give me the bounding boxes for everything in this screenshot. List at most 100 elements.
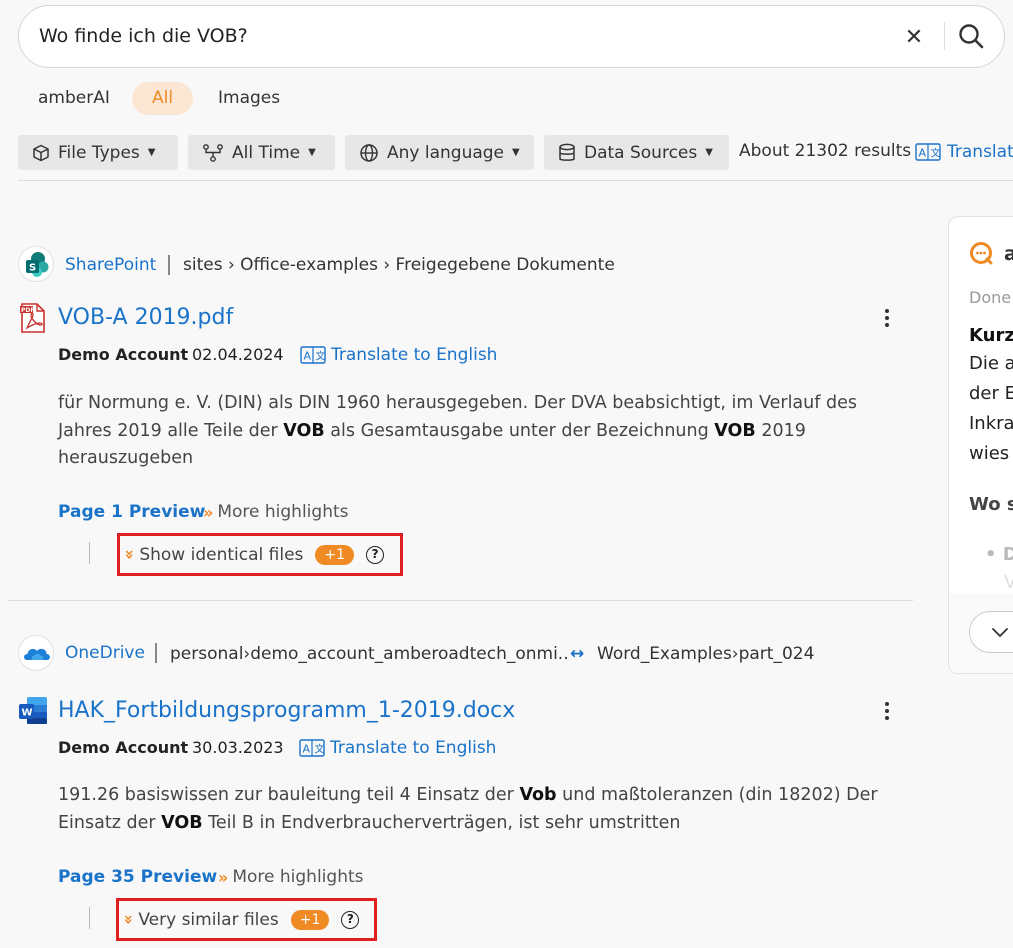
ai-text-line: der E (969, 383, 1013, 404)
clear-icon[interactable]: ✕ (904, 27, 924, 49)
date: 30.03.2023 (192, 738, 284, 757)
breadcrumb[interactable]: personal›demo_account_amberoadtech_onmi.… (170, 644, 569, 664)
ai-heading: Kurz (969, 325, 1013, 346)
more-highlights-button[interactable]: » More highlights (203, 502, 349, 522)
translate-icon: A文 (300, 346, 326, 364)
chevron-down-icon: ▼ (512, 147, 520, 158)
onedrive-icon (18, 635, 54, 671)
svg-text:A: A (919, 147, 927, 160)
svg-text:文: 文 (316, 350, 326, 363)
highlight: Vob (519, 785, 557, 805)
duplicate-count-badge: +1 (290, 909, 330, 930)
result-title[interactable]: VOB-A 2019.pdf (58, 305, 233, 330)
ai-status: Done (969, 288, 1012, 307)
page-preview-link[interactable]: Page 1 Preview (58, 502, 205, 522)
chevron-down-icon: ▼ (308, 147, 316, 158)
more-options-icon[interactable] (884, 702, 890, 724)
duplicates-label: Show identical files (139, 544, 304, 565)
double-chevron-down-icon: » (218, 867, 229, 887)
help-icon[interactable]: ? (366, 545, 385, 564)
time-label: All Time (232, 142, 301, 163)
double-chevron-down-icon: » (203, 502, 214, 522)
date: 02.04.2024 (192, 345, 284, 364)
translate-to-english-link[interactable]: A文 Translate to English (299, 738, 496, 758)
translate-button[interactable]: A文 Translate (915, 142, 1013, 162)
results-count: About 21302 results (739, 141, 912, 161)
translate-icon: A文 (915, 143, 941, 161)
owner: Demo Account (58, 738, 189, 757)
language-label: Any language (387, 142, 505, 163)
file-types-label: File Types (58, 142, 140, 163)
translate-icon: A文 (299, 739, 325, 757)
source-name[interactable]: SharePoint (65, 255, 156, 275)
highlight: VOB (283, 420, 325, 441)
highlight: VOB (161, 812, 203, 833)
result-title[interactable]: HAK_Fortbildungsprogramm_1-2019.docx (58, 698, 515, 723)
ai-answer-panel: a Done Kurz Die a der E Inkra wies Wo s … (948, 216, 1013, 674)
more-highlights-label: More highlights (217, 502, 349, 522)
ai-text-line: Inkra (969, 413, 1013, 434)
svg-text:S: S (29, 263, 36, 274)
cube-icon (33, 144, 49, 161)
globe-icon (360, 143, 378, 162)
hierarchy-icon (203, 143, 223, 162)
source-separator (168, 255, 170, 275)
more-highlights-button[interactable]: » More highlights (218, 867, 364, 887)
tree-line (89, 907, 90, 929)
time-filter[interactable]: All Time ▼ (188, 135, 335, 170)
chevron-down-icon: ▼ (147, 147, 156, 158)
tab-all[interactable]: All (132, 82, 194, 115)
highlight: VOB (714, 420, 756, 441)
expand-path-icon[interactable]: ↔ (570, 644, 584, 664)
data-sources-filter[interactable]: Data Sources ▼ (544, 135, 729, 170)
translate-to-english-link[interactable]: A文 Translate to English (300, 345, 497, 365)
tab-images[interactable]: Images (198, 82, 300, 115)
word-icon: W (18, 696, 48, 730)
ai-text-line: Die a (969, 353, 1013, 374)
expand-answer-button[interactable] (969, 611, 1013, 653)
more-options-icon[interactable] (884, 309, 890, 331)
tree-line (89, 542, 90, 564)
translate-label: Translate (947, 142, 1013, 162)
search-icon[interactable] (957, 22, 987, 52)
page-preview-link[interactable]: Page 35 Preview (58, 867, 217, 887)
svg-text:W: W (22, 708, 33, 719)
sharepoint-icon: S (18, 246, 54, 282)
result-snippet: für Normung e. V. (DIN) als DIN 1960 her… (58, 393, 857, 468)
result-snippet: 191.26 basiswissen zur bauleitung teil 4… (58, 785, 878, 833)
help-icon[interactable]: ? (341, 910, 360, 929)
very-similar-files-button[interactable]: » Very similar files +1 ? (116, 898, 377, 941)
tab-amberai[interactable]: amberAI (18, 82, 130, 115)
language-filter[interactable]: Any language ▼ (345, 135, 534, 170)
svg-text:A: A (303, 743, 311, 756)
amber-logo-icon (969, 241, 993, 265)
more-highlights-label: More highlights (232, 867, 364, 887)
file-types-filter[interactable]: File Types ▼ (18, 135, 178, 170)
ai-name: a (1004, 243, 1013, 265)
ai-bullet: • D (985, 544, 1013, 565)
chevron-down-icon (992, 628, 1008, 637)
owner: Demo Account (58, 345, 189, 364)
ai-text-line: wies (969, 443, 1010, 464)
result-divider (8, 600, 913, 601)
show-identical-files-button[interactable]: » Show identical files +1 ? (117, 533, 403, 576)
svg-text:A: A (304, 350, 312, 363)
source-separator (155, 643, 157, 663)
breadcrumb-tail[interactable]: Word_Examples›part_024 (597, 644, 814, 664)
search-bar[interactable]: Wo finde ich die VOB? ✕ (18, 5, 1005, 68)
duplicate-count-badge: +1 (315, 544, 355, 565)
header-divider (18, 180, 1013, 181)
database-icon (559, 143, 575, 161)
translate-label: Translate to English (331, 345, 498, 365)
breadcrumb[interactable]: sites › Office-examples › Freigegebene D… (183, 255, 615, 275)
ai-subheading: Wo s (969, 494, 1013, 515)
double-chevron-down-icon: » (120, 549, 140, 560)
translate-label: Translate to English (330, 738, 497, 758)
data-sources-label: Data Sources (584, 142, 698, 163)
source-name[interactable]: OneDrive (65, 643, 145, 663)
search-input[interactable]: Wo finde ich die VOB? (39, 25, 248, 47)
double-chevron-down-icon: » (119, 914, 139, 925)
pdf-icon: PDF (20, 303, 46, 337)
search-divider (944, 22, 945, 50)
svg-text:文: 文 (315, 743, 325, 756)
